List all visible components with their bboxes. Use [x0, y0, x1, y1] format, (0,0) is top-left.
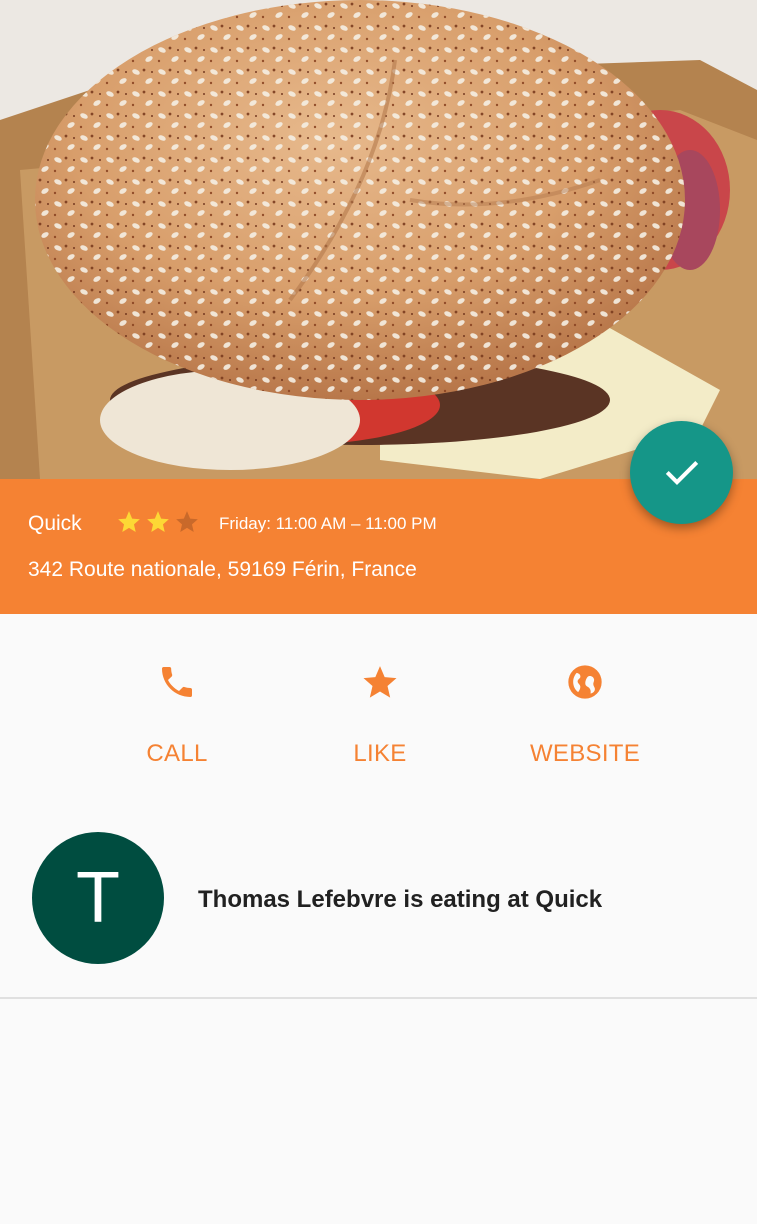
- like-label: LIKE: [353, 740, 407, 767]
- address: 342 Route nationale, 59169 Férin, France: [28, 558, 417, 581]
- feed-item[interactable]: T Thomas Lefebvre is eating at Quick: [0, 810, 757, 998]
- action-row: CALL LIKE WEBSITE: [0, 614, 757, 804]
- rating: [116, 509, 200, 537]
- feed-item-text: Thomas Lefebvre is eating at Quick: [198, 886, 603, 913]
- opening-hours: Friday: 11:00 AM – 11:00 PM: [219, 514, 437, 533]
- website-button[interactable]: WEBSITE: [485, 614, 685, 784]
- star-filled-icon: [118, 511, 140, 532]
- place-name: Quick: [28, 512, 82, 535]
- avatar: T: [32, 832, 164, 964]
- phone-icon: [162, 667, 192, 697]
- check-icon: [665, 460, 698, 485]
- check-in-button[interactable]: [630, 421, 733, 524]
- like-button[interactable]: LIKE: [280, 614, 480, 784]
- star-icon: [363, 666, 397, 698]
- website-label: WEBSITE: [529, 740, 641, 767]
- call-label: CALL: [146, 740, 208, 767]
- call-button[interactable]: CALL: [77, 614, 277, 784]
- globe-icon: [568, 665, 602, 699]
- star-filled-icon: [147, 511, 169, 532]
- star-empty-icon: [176, 511, 198, 532]
- hero-image: [0, 0, 757, 479]
- divider: [0, 997, 757, 999]
